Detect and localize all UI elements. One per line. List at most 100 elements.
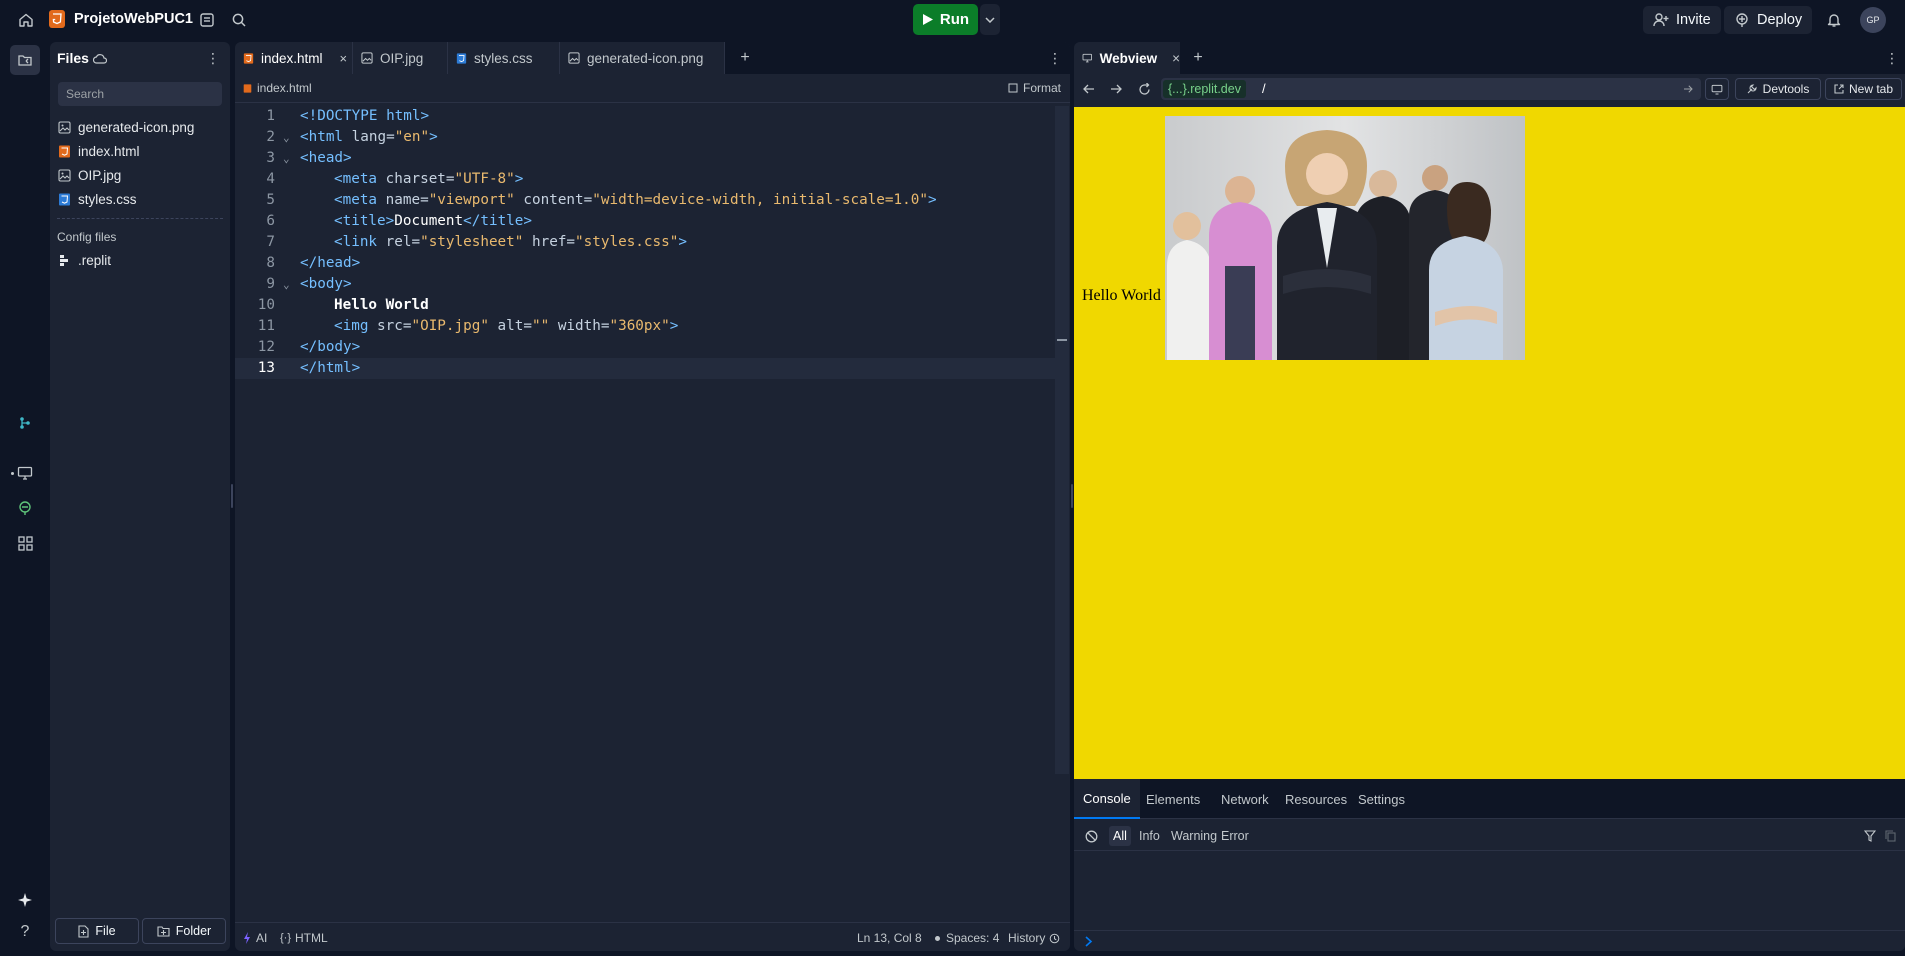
devtools-button[interactable]: Devtools bbox=[1735, 78, 1821, 100]
filter-error[interactable]: Error bbox=[1217, 826, 1253, 846]
new-file-button[interactable]: File bbox=[55, 918, 139, 944]
tab-label: Webview bbox=[1099, 50, 1158, 66]
webview-content[interactable]: Hello World bbox=[1074, 107, 1905, 779]
ai-button[interactable]: AI bbox=[243, 931, 267, 945]
console-input[interactable] bbox=[1074, 930, 1905, 951]
new-folder-icon bbox=[157, 925, 170, 937]
devtools-tab-settings[interactable]: Settings bbox=[1349, 779, 1414, 819]
tab-generated-icon[interactable]: generated-icon.png bbox=[560, 42, 725, 74]
run-options-chevron-icon[interactable] bbox=[980, 4, 1000, 35]
filter-all[interactable]: All bbox=[1109, 826, 1131, 846]
avatar[interactable]: GP bbox=[1860, 7, 1886, 33]
all-tools-grid-icon[interactable] bbox=[10, 528, 40, 558]
devtools-tab-network[interactable]: Network bbox=[1212, 779, 1278, 819]
project-name[interactable]: ProjetoWebPUC1 bbox=[74, 11, 193, 27]
fold-chevron-icon[interactable]: ⌄ bbox=[283, 274, 290, 295]
image-file-icon bbox=[568, 52, 580, 64]
code-token: > bbox=[429, 129, 438, 145]
webview-more-icon[interactable]: ⋮ bbox=[1882, 48, 1902, 68]
deploy-button[interactable]: Deploy bbox=[1724, 6, 1813, 34]
external-link-icon bbox=[1834, 84, 1844, 94]
webview-monitor-icon[interactable] bbox=[10, 458, 40, 488]
ai-sparkle-icon[interactable] bbox=[10, 885, 40, 915]
cursor-position[interactable]: Ln 13, Col 8 bbox=[857, 931, 922, 945]
help-icon[interactable]: ? bbox=[10, 917, 40, 947]
deployments-icon[interactable] bbox=[10, 493, 40, 523]
back-arrow-icon[interactable] bbox=[1080, 80, 1098, 98]
clear-console-icon[interactable] bbox=[1084, 829, 1098, 843]
fold-chevron-icon[interactable]: ⌄ bbox=[283, 148, 290, 169]
language-indicator[interactable]: {·} HTML bbox=[280, 931, 328, 945]
language-label: HTML bbox=[295, 931, 328, 945]
history-button[interactable]: History bbox=[1008, 931, 1060, 945]
scrollbar-marker bbox=[1057, 339, 1067, 341]
close-tab-icon[interactable]: × bbox=[1172, 51, 1180, 66]
line-number: 3 bbox=[266, 150, 275, 166]
bell-icon[interactable] bbox=[1823, 9, 1845, 31]
add-tab-icon[interactable]: + bbox=[735, 48, 755, 68]
tab-styles-css[interactable]: styles.css bbox=[448, 42, 560, 74]
files-toggle-icon[interactable] bbox=[10, 45, 40, 75]
home-icon[interactable] bbox=[14, 8, 38, 32]
deploy-label: Deploy bbox=[1757, 12, 1803, 28]
tab-webview[interactable]: Webview × bbox=[1074, 42, 1180, 74]
editor-more-icon[interactable]: ⋮ bbox=[1045, 48, 1065, 68]
line-number: 6 bbox=[266, 213, 275, 229]
tab-label: index.html bbox=[261, 50, 323, 66]
new-tab-label: New tab bbox=[1848, 82, 1894, 96]
code-token: "width=device-width, initial-scale=1.0" bbox=[592, 192, 928, 208]
filter-info[interactable]: Info bbox=[1135, 826, 1164, 846]
devtools-tab-resources[interactable]: Resources bbox=[1276, 779, 1356, 819]
go-arrow-icon[interactable] bbox=[1681, 82, 1695, 96]
file-name: styles.css bbox=[78, 191, 137, 207]
copy-icon[interactable] bbox=[1883, 829, 1897, 843]
file-generated-icon[interactable]: generated-icon.png bbox=[58, 116, 194, 138]
devtools-tab-elements[interactable]: Elements bbox=[1137, 779, 1209, 819]
wrench-icon bbox=[1747, 84, 1757, 94]
file-replit-config[interactable]: .replit bbox=[58, 249, 111, 271]
resize-handle[interactable] bbox=[231, 484, 233, 508]
file-styles-css[interactable]: styles.css bbox=[58, 188, 137, 210]
code-token: "viewport" bbox=[428, 192, 515, 208]
code-token: alt= bbox=[488, 318, 532, 334]
git-icon[interactable] bbox=[10, 408, 40, 438]
invite-button[interactable]: Invite bbox=[1643, 6, 1721, 34]
filter-warning[interactable]: Warning bbox=[1167, 826, 1221, 846]
search-icon[interactable] bbox=[228, 9, 250, 31]
url-bar[interactable]: {...}.replit.dev / bbox=[1161, 78, 1701, 100]
code-token: </html> bbox=[300, 360, 361, 376]
indentation-setting[interactable]: Spaces: 4 bbox=[946, 931, 999, 945]
resize-handle[interactable] bbox=[1071, 484, 1073, 508]
reload-icon[interactable] bbox=[1135, 80, 1153, 98]
forward-arrow-icon[interactable] bbox=[1107, 80, 1125, 98]
format-button[interactable]: Format bbox=[1008, 81, 1061, 95]
layout-icon[interactable] bbox=[196, 9, 218, 31]
fold-chevron-icon[interactable]: ⌄ bbox=[283, 127, 290, 148]
filter-funnel-icon[interactable] bbox=[1863, 829, 1877, 843]
devtools-tab-console[interactable]: Console bbox=[1074, 779, 1140, 819]
format-icon bbox=[1008, 83, 1018, 93]
editor-scrollbar[interactable] bbox=[1055, 106, 1069, 774]
tab-label: generated-icon.png bbox=[587, 50, 704, 66]
code-token: "OIP.jpg" bbox=[411, 318, 489, 334]
file-name: index.html bbox=[78, 143, 140, 159]
files-more-icon[interactable]: ⋮ bbox=[205, 50, 221, 66]
new-tab-button[interactable]: New tab bbox=[1825, 78, 1902, 100]
console-filter-bar: All Info Warning Error bbox=[1074, 819, 1905, 851]
close-tab-icon[interactable]: × bbox=[340, 51, 348, 66]
add-user-icon bbox=[1653, 13, 1669, 27]
code-area[interactable]: 1 <!DOCTYPE html> 2 ⌄ <html lang="en"> 3 ⌄ <h… bbox=[235, 106, 1055, 436]
new-folder-button[interactable]: Folder bbox=[142, 918, 226, 944]
file-oip-jpg[interactable]: OIP.jpg bbox=[58, 164, 121, 186]
tab-index-html[interactable]: index.html × bbox=[235, 42, 353, 74]
file-index-html[interactable]: index.html bbox=[58, 140, 140, 162]
devtools-label: Devtools bbox=[1762, 82, 1810, 96]
search-input[interactable]: Search bbox=[58, 82, 222, 106]
device-preview-icon[interactable] bbox=[1705, 78, 1729, 100]
code-token: <head> bbox=[300, 150, 352, 166]
url-path[interactable]: / bbox=[1262, 81, 1266, 96]
add-tab-icon[interactable]: + bbox=[1188, 48, 1208, 68]
tab-label: styles.css bbox=[474, 50, 533, 66]
run-button[interactable]: Run bbox=[913, 4, 978, 35]
tab-oip-jpg[interactable]: OIP.jpg bbox=[353, 42, 448, 74]
